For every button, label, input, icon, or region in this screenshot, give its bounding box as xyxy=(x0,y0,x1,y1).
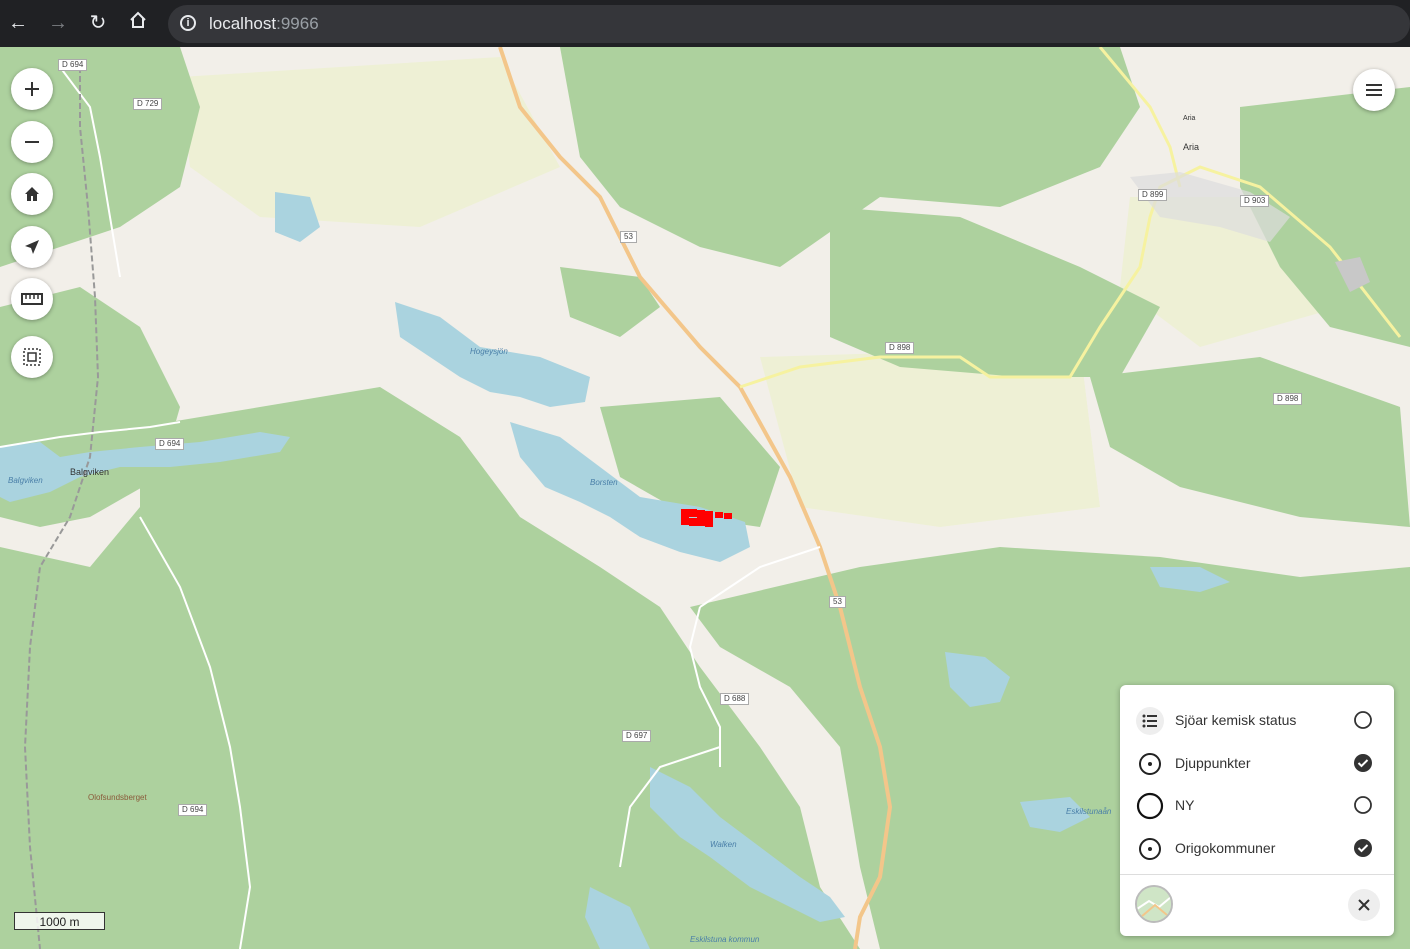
zoom-out-button[interactable] xyxy=(11,121,53,163)
dot-circle-icon xyxy=(1136,750,1164,778)
road-label: D 898 xyxy=(1273,393,1303,405)
main-menu-button[interactable] xyxy=(1353,69,1395,111)
measure-button[interactable] xyxy=(11,278,53,320)
arrow-right-icon[interactable]: → xyxy=(45,10,71,36)
extent-select-button[interactable] xyxy=(11,336,53,378)
list-icon xyxy=(1136,707,1164,735)
legend-item-label: Origokommuner xyxy=(1175,840,1276,856)
road-label: D 898 xyxy=(885,342,915,354)
legend-item-label: Sjöar kemisk status xyxy=(1175,712,1297,728)
close-icon xyxy=(1358,899,1370,911)
ruler-icon xyxy=(21,293,43,305)
place-label: Olofsundsberget xyxy=(88,793,147,802)
hamburger-menu-icon xyxy=(1366,84,1382,96)
water-label: Eskilstunaån xyxy=(1066,807,1112,816)
visibility-checkbox-checked[interactable] xyxy=(1353,753,1373,773)
scale-bar: 1000 m xyxy=(14,912,105,930)
legend-item-sjoar[interactable]: Sjöar kemisk status xyxy=(1120,699,1394,741)
place-label: Balgviken xyxy=(70,467,110,477)
visibility-checkbox[interactable] xyxy=(1353,710,1373,730)
visibility-checkbox-checked[interactable] xyxy=(1353,838,1373,858)
road-label: D 694 xyxy=(58,59,88,71)
extent-select-icon xyxy=(23,348,41,366)
place-label: Aria xyxy=(1183,115,1196,122)
legend-item-label: Djuppunkter xyxy=(1175,755,1251,771)
close-legend-button[interactable] xyxy=(1348,889,1380,921)
legend-divider xyxy=(1120,874,1394,875)
layer-legend-panel: Sjöar kemisk status Djuppunkter NY Origo… xyxy=(1120,685,1394,936)
reload-icon[interactable]: ↻ xyxy=(85,10,111,36)
road-label: 53 xyxy=(829,596,846,608)
legend-item-origokommuner[interactable]: Origokommuner xyxy=(1120,827,1394,869)
water-label: Eskilstuna kommun xyxy=(690,935,760,944)
plus-icon xyxy=(25,82,39,96)
road-label: D 694 xyxy=(155,438,185,450)
road-label: D 903 xyxy=(1240,195,1270,207)
road-label: D 899 xyxy=(1138,189,1168,201)
road-label: D 694 xyxy=(178,804,208,816)
location-arrow-icon xyxy=(25,240,39,254)
arrow-left-icon[interactable]: ← xyxy=(5,10,31,36)
zoom-in-button[interactable] xyxy=(11,68,53,110)
basemap-thumbnail-icon[interactable] xyxy=(1135,885,1173,923)
visibility-checkbox[interactable] xyxy=(1353,795,1373,815)
water-label: Borsten xyxy=(590,478,618,487)
road-label: D 729 xyxy=(133,98,163,110)
water-label: Balgviken xyxy=(8,476,43,485)
geolocate-button[interactable] xyxy=(11,226,53,268)
home-icon xyxy=(25,187,39,201)
legend-item-label: NY xyxy=(1175,797,1195,813)
dot-circle-icon xyxy=(1136,835,1164,863)
place-label: Aria xyxy=(1183,142,1200,152)
home-button[interactable] xyxy=(11,173,53,215)
address-bar[interactable]: i localhost:9966 xyxy=(168,5,1410,43)
home-icon[interactable] xyxy=(125,10,151,36)
water-label: Hogeysjön xyxy=(470,347,508,356)
url-text[interactable]: localhost:9966 xyxy=(209,14,319,34)
water-label: Walken xyxy=(710,840,737,849)
road-label: 53 xyxy=(620,231,637,243)
legend-item-djuppunkter[interactable]: Djuppunkter xyxy=(1120,742,1394,784)
road-label: D 688 xyxy=(720,693,750,705)
circle-icon xyxy=(1136,792,1164,820)
road-label: D 697 xyxy=(622,730,652,742)
browser-toolbar: ← → ↻ i localhost:9966 xyxy=(0,0,1410,47)
info-icon[interactable]: i xyxy=(180,15,196,31)
legend-item-ny[interactable]: NY xyxy=(1120,784,1394,826)
minus-icon xyxy=(25,141,39,143)
